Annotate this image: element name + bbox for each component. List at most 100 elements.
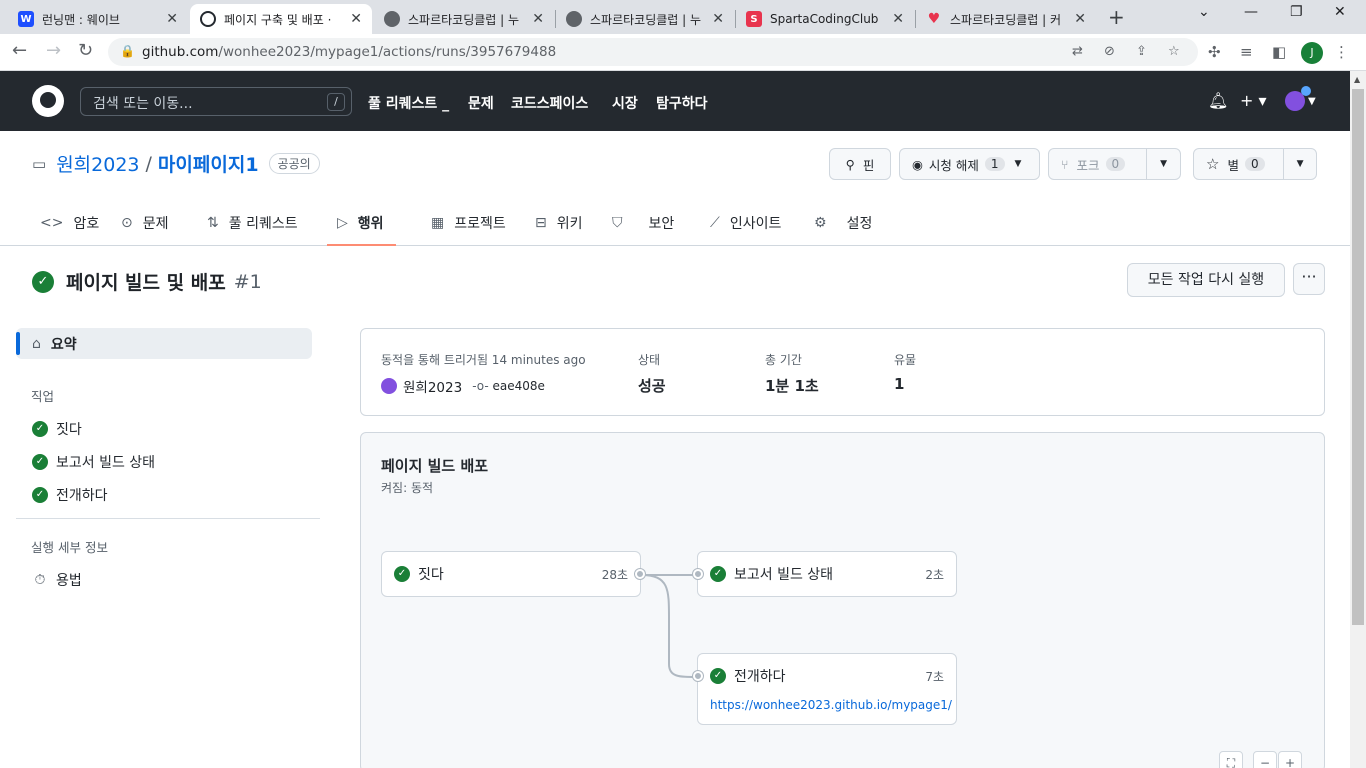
rerun-all-jobs-button[interactable]: 모든 작업 다시 실행 bbox=[1127, 263, 1285, 297]
sidebar-job-label: 전개하다 bbox=[56, 488, 108, 504]
duration-value: 1분 1초 bbox=[765, 377, 819, 395]
tab-search-icon[interactable]: ⌄ bbox=[1198, 4, 1210, 20]
tab-label: 풀 리퀘스트 bbox=[228, 216, 298, 232]
stopwatch-icon: ⏱ bbox=[34, 572, 46, 588]
browser-tab-active[interactable]: 페이지 구축 및 배포 · ✕ bbox=[190, 4, 372, 34]
commit-icon: -o- bbox=[472, 379, 489, 393]
pin-button[interactable]: ⚲ 핀 bbox=[829, 148, 891, 180]
sidebar-job-deploy[interactable]: ✓ 전개하다 bbox=[32, 485, 108, 505]
search-placeholder: 검색 또는 이동... bbox=[93, 96, 193, 112]
close-window-icon[interactable]: ✕ bbox=[1334, 4, 1346, 20]
browser-tab[interactable]: 스파르타코딩클럽 | 누 ✕ bbox=[556, 4, 734, 34]
eye-off-icon[interactable]: ⊘ bbox=[1104, 44, 1115, 59]
lock-icon[interactable]: 🔒 bbox=[120, 44, 135, 58]
breadcrumb-separator: / bbox=[145, 152, 152, 175]
nav-codespaces[interactable]: 코드스페이스 bbox=[511, 93, 588, 113]
nav-issues[interactable]: 문제 bbox=[468, 93, 494, 113]
repo-owner-link[interactable]: 원희2023 bbox=[56, 150, 139, 177]
side-panel-icon[interactable]: ◧ bbox=[1272, 43, 1286, 61]
reload-icon[interactable]: ↻ bbox=[78, 40, 93, 61]
address-bar[interactable]: 🔒 github.com/wonhee2023/mypage1/actions/… bbox=[108, 38, 1198, 66]
artifacts-value[interactable]: 1 bbox=[894, 375, 904, 393]
create-new-plus-icon[interactable]: + ▾ bbox=[1240, 91, 1267, 110]
deploy-url-link[interactable]: https://wonhee2023.github.io/mypage1/ bbox=[698, 698, 956, 724]
menu-icon[interactable]: ⋮ bbox=[1334, 43, 1349, 61]
tab-projects[interactable]: ▦ 프로젝트 bbox=[431, 212, 506, 246]
more-options-button[interactable]: ··· bbox=[1293, 263, 1325, 295]
extensions-icon[interactable]: ✣ bbox=[1208, 43, 1221, 61]
notification-bell-icon[interactable]: 🔔︎ bbox=[1208, 91, 1228, 110]
job-card-report-build-status[interactable]: ✓ 보고서 빌드 상태 2초 bbox=[697, 551, 957, 597]
reading-list-icon[interactable]: ≡ bbox=[1240, 43, 1253, 61]
nav-marketplace[interactable]: 시장 bbox=[612, 93, 638, 113]
trigger-user-link[interactable]: 원희2023 bbox=[403, 376, 462, 396]
tab-wiki[interactable]: ⊟ 위키 bbox=[535, 212, 583, 246]
browser-tab[interactable]: S SpartaCodingClub ✕ bbox=[736, 4, 914, 34]
workflow-graph-panel: 페이지 빌드 배포 켜짐: 동적 ✓ 짓다 28초 ✓ 보고서 빌드 상태 2초… bbox=[360, 432, 1325, 768]
success-check-icon: ✓ bbox=[394, 566, 410, 582]
chevron-down-icon: ▼ bbox=[1014, 159, 1022, 169]
sidebar-details-heading: 실행 세부 정보 bbox=[31, 540, 108, 555]
success-check-icon: ✓ bbox=[710, 566, 726, 582]
fork-dropdown-button[interactable]: ▼ bbox=[1146, 149, 1180, 179]
close-tab-icon[interactable]: ✕ bbox=[712, 11, 724, 27]
zoom-out-button[interactable]: − bbox=[1253, 751, 1277, 768]
star-button[interactable]: ☆ 별 0 bbox=[1194, 149, 1283, 179]
repo-name-link[interactable]: 마이페이지1 bbox=[158, 150, 259, 177]
job-card-deploy[interactable]: ✓ 전개하다 7초 https://wonhee2023.github.io/m… bbox=[697, 653, 957, 725]
unwatch-button[interactable]: ◉ 시청 해제 1 ▼ bbox=[899, 148, 1040, 180]
sidebar-item-usage[interactable]: ⏱ 용법 bbox=[32, 570, 82, 590]
sidebar-item-summary[interactable]: ⌂ 요약 bbox=[16, 328, 312, 359]
minimize-icon[interactable]: — bbox=[1244, 4, 1258, 20]
browser-tab[interactable]: ♥ 스파르타코딩클럽 | 커 ✕ bbox=[916, 4, 1096, 34]
search-input[interactable]: 검색 또는 이동... / bbox=[80, 87, 352, 116]
tab-actions[interactable]: ▷ 행위 bbox=[327, 212, 395, 246]
tab-label: 행위 bbox=[357, 216, 384, 232]
close-tab-icon[interactable]: ✕ bbox=[1074, 11, 1086, 27]
back-icon[interactable]: ← bbox=[12, 40, 27, 61]
scroll-up-icon[interactable]: ▲ bbox=[1354, 75, 1360, 84]
profile-avatar[interactable]: J bbox=[1301, 42, 1323, 64]
browser-tab-bar: W 런닝맨 : 웨이브 ✕ 페이지 구축 및 배포 · ✕ 스파르타코딩클럽 |… bbox=[0, 0, 1366, 34]
translate-icon[interactable]: ⇄ bbox=[1072, 44, 1083, 59]
nav-explore[interactable]: 탐구하다 bbox=[656, 93, 708, 113]
page-scrollbar[interactable]: ▲ bbox=[1350, 71, 1366, 768]
tab-settings[interactable]: ⚙ 설정 bbox=[814, 212, 872, 246]
tab-pull-requests[interactable]: ⇅ 풀 리퀘스트 bbox=[207, 212, 298, 246]
fork-button[interactable]: ⑂ 포크 0 bbox=[1049, 149, 1146, 179]
browser-tab[interactable]: W 런닝맨 : 웨이브 ✕ bbox=[8, 4, 188, 34]
nav-pull-requests[interactable]: 풀 리퀘스트 _ bbox=[368, 93, 449, 113]
browser-tab[interactable]: 스파르타코딩클럽 | 누 ✕ bbox=[374, 4, 554, 34]
fullscreen-icon[interactable]: ⛶ bbox=[1219, 751, 1243, 768]
maximize-icon[interactable]: ❐ bbox=[1290, 4, 1303, 20]
share-icon[interactable]: ⇪ bbox=[1136, 44, 1147, 59]
tab-issues[interactable]: ⊙ 문제 bbox=[121, 212, 169, 246]
close-tab-icon[interactable]: ✕ bbox=[350, 11, 362, 27]
commit-sha-link[interactable]: eae408e bbox=[492, 379, 544, 393]
sidebar-usage-label: 용법 bbox=[56, 573, 82, 589]
tab-title: 스파르타코딩클럽 | 커 bbox=[950, 12, 1062, 27]
tab-insights[interactable]: ⟋ 인사이트 bbox=[710, 212, 781, 246]
job-card-build[interactable]: ✓ 짓다 28초 bbox=[381, 551, 641, 597]
user-avatar[interactable] bbox=[1285, 86, 1311, 111]
tab-security[interactable]: ⛉ 보안 bbox=[612, 212, 674, 246]
forward-icon[interactable]: → bbox=[46, 40, 61, 61]
sidebar-job-report-build-status[interactable]: ✓ 보고서 빌드 상태 bbox=[32, 452, 155, 472]
chevron-down-icon[interactable]: ▼ bbox=[1308, 96, 1316, 107]
sidebar-job-build[interactable]: ✓ 짓다 bbox=[32, 419, 82, 439]
zoom-in-button[interactable]: + bbox=[1278, 751, 1302, 768]
close-tab-icon[interactable]: ✕ bbox=[892, 11, 904, 27]
scrollbar-thumb[interactable] bbox=[1352, 89, 1364, 625]
tab-code[interactable]: <> 암호 bbox=[40, 212, 99, 246]
star-dropdown-button[interactable]: ▼ bbox=[1283, 149, 1316, 179]
new-tab-icon[interactable]: + bbox=[1108, 5, 1125, 29]
close-tab-icon[interactable]: ✕ bbox=[532, 11, 544, 27]
github-logo-icon[interactable] bbox=[32, 85, 64, 117]
url-host: github.com bbox=[142, 44, 219, 60]
close-tab-icon[interactable]: ✕ bbox=[166, 11, 178, 27]
job-input-dot bbox=[693, 671, 703, 681]
bookmark-star-icon[interactable]: ☆ bbox=[1168, 44, 1180, 59]
table-icon: ▦ bbox=[431, 215, 445, 231]
job-duration: 28초 bbox=[601, 567, 628, 582]
run-title: ✓ 페이지 빌드 및 배포 #1 bbox=[32, 268, 262, 295]
